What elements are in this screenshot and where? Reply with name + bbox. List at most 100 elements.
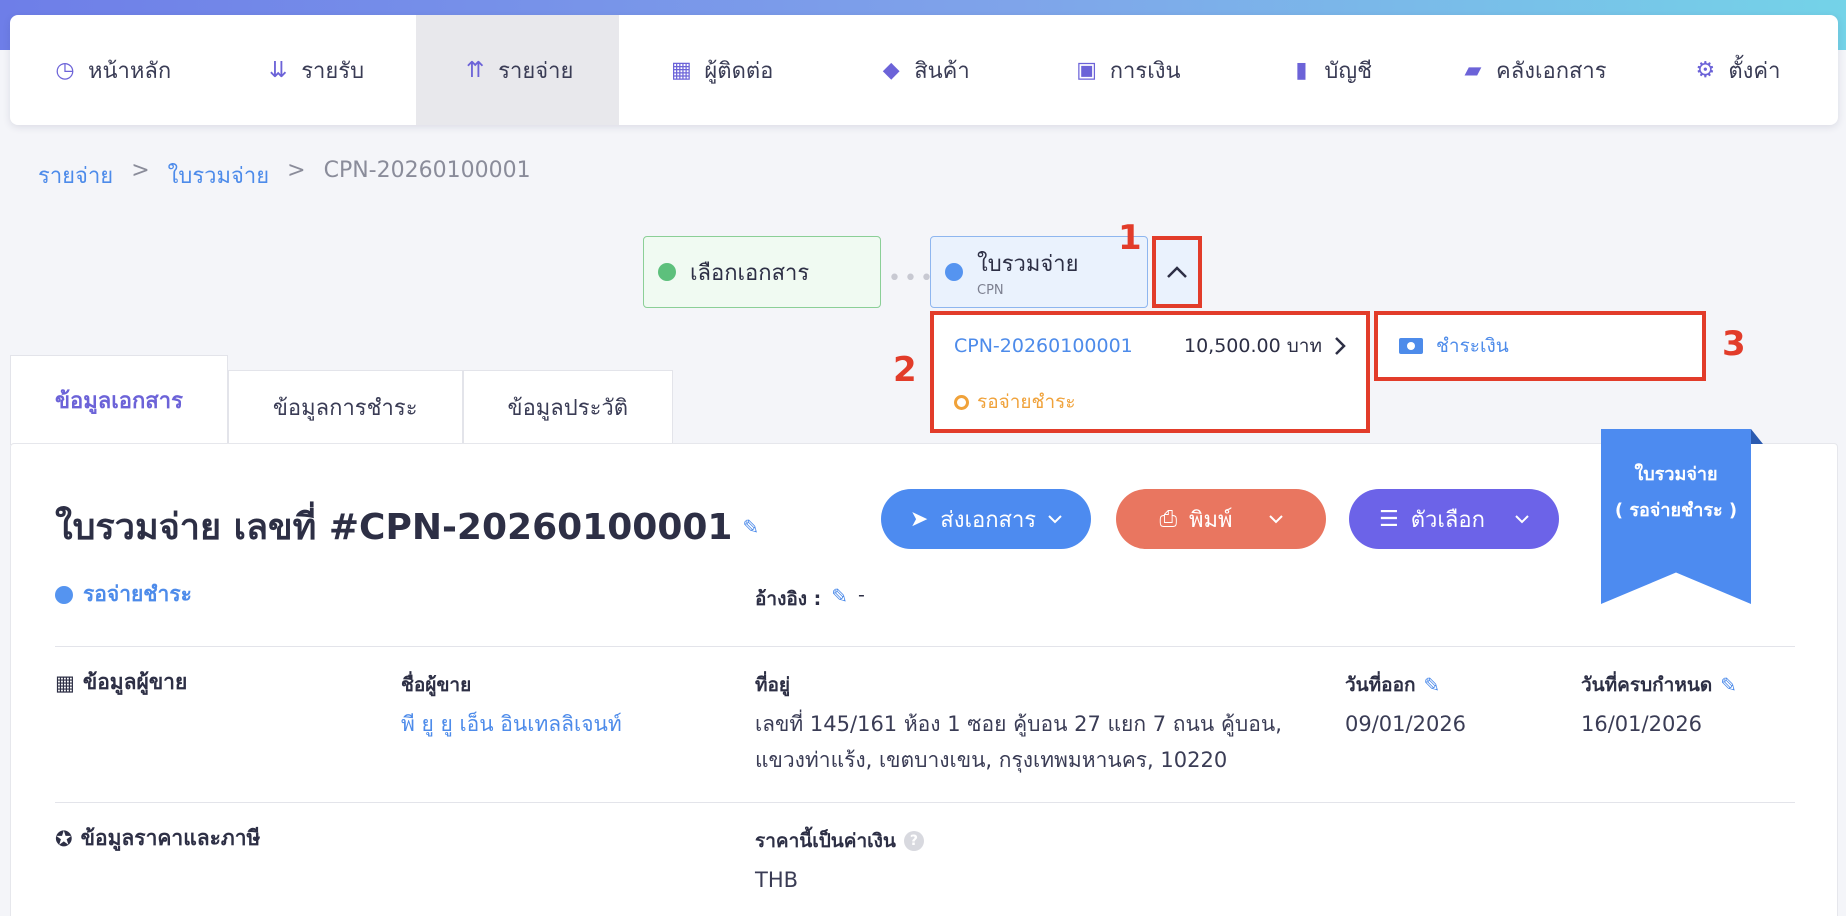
nav-item-accounting[interactable]: ▮ บัญชี bbox=[1229, 15, 1432, 125]
nav-item-label: บัญชี bbox=[1324, 58, 1373, 84]
step-select-document[interactable]: เลือกเอกสาร bbox=[643, 236, 881, 308]
issue-date-label-text: วันที่ออก bbox=[1345, 674, 1416, 696]
breadcrumb-link-expense[interactable]: รายจ่าย bbox=[38, 158, 113, 193]
send-document-button[interactable]: ➤ ส่งเอกสาร bbox=[881, 489, 1091, 549]
box-icon: ◆ bbox=[882, 57, 900, 83]
annotation-1: 1 bbox=[1118, 218, 1142, 258]
reference-label: อ้างอิง : bbox=[755, 588, 822, 610]
tab-document-info[interactable]: ข้อมูลเอกสาร bbox=[10, 355, 228, 445]
nav-item-products[interactable]: ◆ สินค้า bbox=[822, 15, 1025, 125]
pay-action-label: ชำระเงิน bbox=[1436, 335, 1509, 357]
step-expand-button[interactable] bbox=[1152, 236, 1202, 308]
linked-document-status: รอจ่ายชำระ bbox=[954, 387, 1346, 417]
breadcrumb-link-combined-payment[interactable]: ใบรวมจ่าย bbox=[168, 158, 270, 193]
tab-payment-info[interactable]: ข้อมูลการชำระ bbox=[227, 370, 463, 445]
percent-badge-icon: ✪ bbox=[55, 826, 73, 851]
divider bbox=[55, 646, 1795, 647]
step-label: เลือกเอกสาร bbox=[690, 260, 810, 286]
nav-item-label: สินค้า bbox=[914, 58, 970, 84]
step-sublabel: CPN bbox=[977, 283, 1004, 298]
divider bbox=[55, 802, 1795, 803]
document-card: ใบรวมจ่าย เลขที่ #CPN-20260100001 ✎ ➤ ส่… bbox=[10, 429, 1838, 916]
paper-plane-icon: ➤ bbox=[909, 506, 929, 532]
help-icon[interactable]: ? bbox=[903, 831, 924, 851]
nav-item-label: รายรับ bbox=[301, 58, 365, 84]
annotation-3: 3 bbox=[1722, 324, 1746, 364]
step-combined-payment[interactable]: ใบรวมจ่าย CPN bbox=[930, 236, 1148, 308]
step-label: ใบรวมจ่าย bbox=[977, 252, 1079, 277]
nav-item-finance[interactable]: ▣ การเงิน bbox=[1026, 15, 1229, 125]
chevron-up-icon bbox=[1167, 266, 1187, 278]
tab-history-info[interactable]: ข้อมูลประวัติ bbox=[462, 370, 674, 445]
due-date-label: วันที่ครบกำหนด ✎ bbox=[1581, 670, 1737, 700]
linked-document-row[interactable]: CPN-20260100001 10,500.00 บาท bbox=[954, 331, 1346, 361]
linked-document-number[interactable]: CPN-20260100001 bbox=[954, 335, 1133, 357]
ribbon-fold bbox=[1751, 429, 1763, 444]
nav-item-settings[interactable]: ⚙ ตั้งค่า bbox=[1635, 15, 1838, 125]
nav-item-label: รายจ่าย bbox=[498, 58, 574, 84]
edit-pencil-icon[interactable]: ✎ bbox=[742, 515, 759, 539]
page-title: ใบรวมจ่าย เลขที่ #CPN-20260100001 ✎ bbox=[55, 498, 759, 555]
chevron-down-icon bbox=[1048, 515, 1062, 524]
nav-item-documents[interactable]: ▰ คลังเอกสาร bbox=[1432, 15, 1635, 125]
edit-pencil-icon[interactable]: ✎ bbox=[1720, 673, 1737, 697]
nav-item-contacts[interactable]: ▦ ผู้ติดต่อ bbox=[619, 15, 822, 125]
nav-item-expense[interactable]: ⇈ รายจ่าย bbox=[416, 15, 620, 125]
edit-pencil-icon[interactable]: ✎ bbox=[831, 584, 848, 614]
currency-label: ราคานี้เป็นค่าเงิน ? bbox=[755, 826, 924, 856]
status-ribbon: ใบรวมจ่าย ( รอจ่ายชำระ ) bbox=[1601, 429, 1751, 604]
cash-icon bbox=[1399, 338, 1423, 354]
pay-action-button[interactable]: ชำระเงิน bbox=[1374, 311, 1706, 381]
step-complete-dot bbox=[658, 263, 676, 281]
status-badge: รอจ่ายชำระ bbox=[55, 578, 192, 611]
chevron-down-icon bbox=[1268, 515, 1283, 524]
menu-icon: ☰ bbox=[1379, 506, 1399, 532]
vendor-name-link[interactable]: พี ยู ยู เอ็น อินเทลลิเจนท์ bbox=[401, 706, 622, 742]
reference: อ้างอิง : ✎ - bbox=[755, 584, 865, 614]
send-document-label: ส่งเอกสาร bbox=[940, 507, 1037, 533]
document-tabs: ข้อมูลเอกสาร ข้อมูลการชำระ ข้อมูลประวัติ bbox=[10, 355, 674, 445]
vendor-section-label: ข้อมูลผู้ขาย bbox=[82, 670, 188, 694]
linked-document-amount: 10,500.00 บาท bbox=[1184, 335, 1322, 357]
expense-icon: ⇈ bbox=[465, 57, 485, 83]
ribbon-doc-type: ใบรวมจ่าย bbox=[1634, 464, 1718, 485]
document-title: ใบรวมจ่าย เลขที่ #CPN-20260100001 bbox=[55, 507, 733, 548]
chevron-right-icon[interactable] bbox=[1334, 336, 1346, 356]
money-icon: ▣ bbox=[1076, 57, 1098, 83]
ledger-icon: ▮ bbox=[1295, 57, 1308, 83]
address-label: ที่อยู่ bbox=[755, 674, 791, 696]
issue-date-label: วันที่ออก ✎ bbox=[1345, 670, 1440, 700]
breadcrumb-separator: > bbox=[131, 158, 150, 183]
due-date-label-text: วันที่ครบกำหนด bbox=[1581, 674, 1713, 696]
income-icon: ⇊ bbox=[269, 57, 288, 83]
folder-icon: ▰ bbox=[1464, 57, 1482, 83]
printer-icon: ⎙ bbox=[1159, 506, 1178, 532]
options-button[interactable]: ☰ ตัวเลือก bbox=[1349, 489, 1559, 549]
currency-value: THB bbox=[755, 868, 799, 892]
print-button[interactable]: ⎙ พิมพ์ bbox=[1116, 489, 1326, 549]
building-icon: ▦ bbox=[55, 670, 75, 695]
nav-item-income[interactable]: ⇊ รายรับ bbox=[213, 15, 416, 125]
nav-item-label: ผู้ติดต่อ bbox=[704, 58, 774, 84]
address-line-1: เลขที่ 145/161 ห้อง 1 ซอย คู้บอน 27 แยก … bbox=[755, 712, 1282, 736]
nav-item-label: การเงิน bbox=[1109, 58, 1181, 84]
edit-pencil-icon[interactable]: ✎ bbox=[1424, 673, 1441, 697]
nav-item-label: หน้าหลัก bbox=[87, 58, 172, 84]
address-value: เลขที่ 145/161 ห้อง 1 ซอย คู้บอน 27 แยก … bbox=[755, 706, 1282, 778]
reference-value: - bbox=[858, 584, 865, 606]
step-current-dot bbox=[945, 263, 963, 281]
status-label: รอจ่ายชำระ bbox=[83, 582, 192, 606]
price-section-title: ✪ ข้อมูลราคาและภาษี bbox=[55, 822, 260, 855]
price-section-label: ข้อมูลราคาและภาษี bbox=[80, 826, 261, 850]
address-line-2: แขวงท่าแร้ง, เขตบางเขน, กรุงเทพมหานคร, 1… bbox=[755, 748, 1228, 772]
ribbon-status: ( รอจ่ายชำระ ) bbox=[1614, 500, 1738, 521]
print-label: พิมพ์ bbox=[1189, 507, 1233, 533]
linked-document-dropdown: CPN-20260100001 10,500.00 บาท รอจ่ายชำระ bbox=[930, 311, 1370, 433]
nav-item-label: คลังเอกสาร bbox=[1496, 58, 1607, 84]
nav-item-home[interactable]: ◷ หน้าหลัก bbox=[10, 15, 213, 125]
gear-icon: ⚙ bbox=[1695, 57, 1716, 83]
options-label: ตัวเลือก bbox=[1410, 507, 1485, 533]
due-date-value: 16/01/2026 bbox=[1581, 712, 1703, 736]
contacts-icon: ▦ bbox=[670, 57, 692, 83]
step-connector: ••• bbox=[888, 266, 936, 291]
